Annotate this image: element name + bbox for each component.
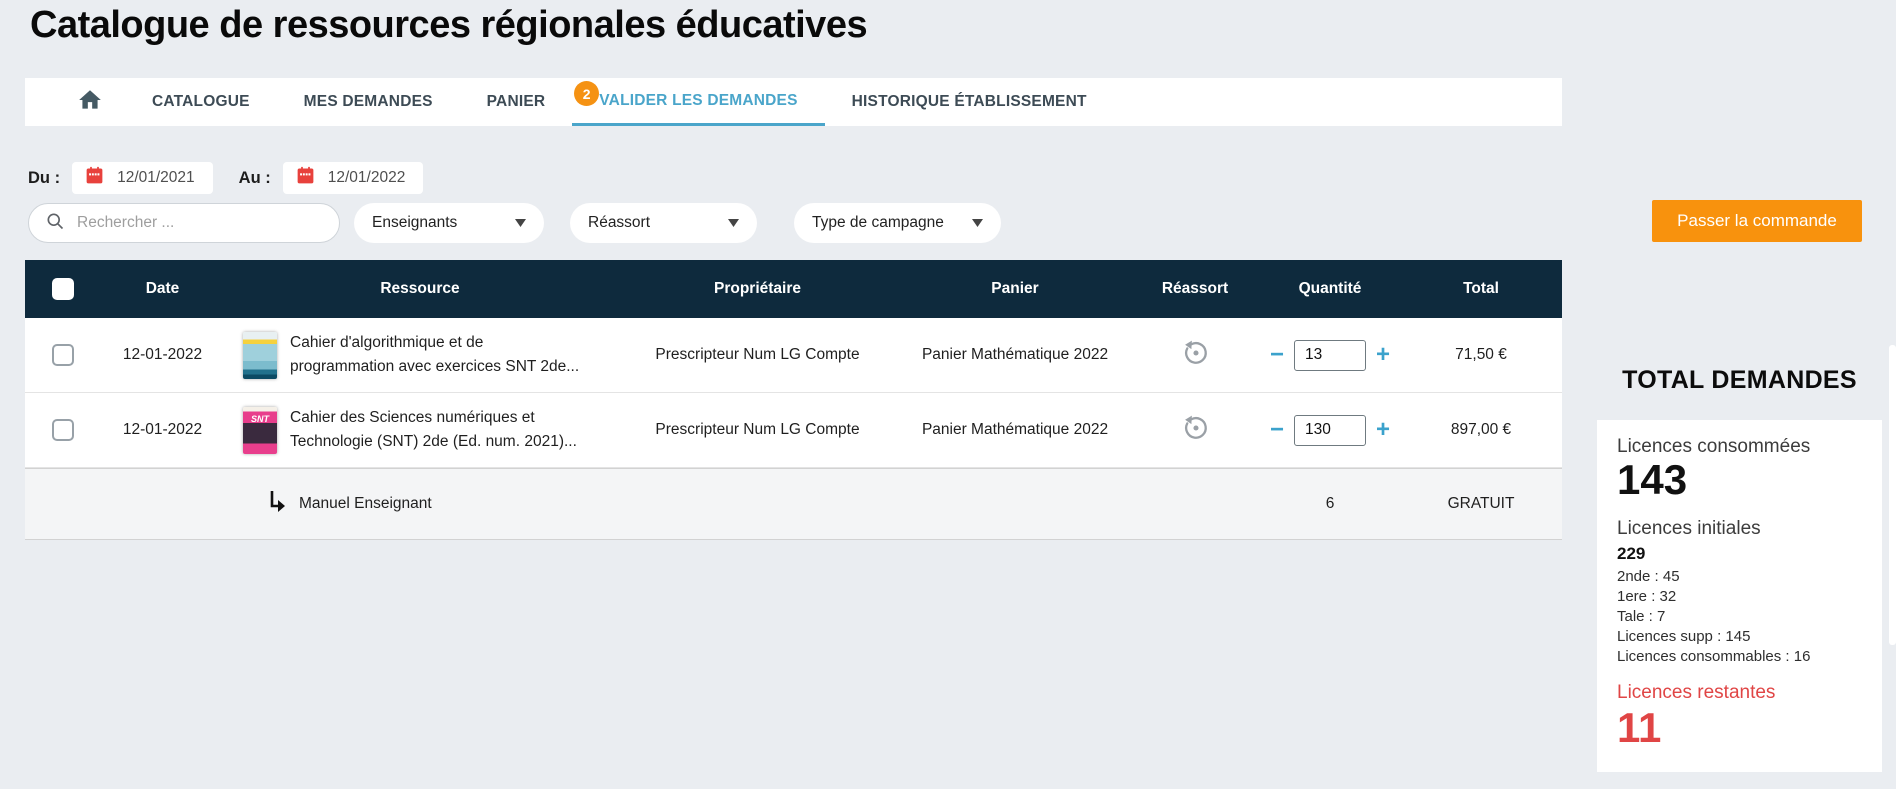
subitem-total: GRATUIT — [1400, 495, 1562, 513]
resource-thumbnail: SNT — [243, 407, 277, 454]
table-row: 12-01-2022 Cahier d'algorithmique et de … — [25, 318, 1562, 393]
row-date: 12-01-2022 — [100, 346, 225, 364]
quantity-input[interactable] — [1294, 340, 1366, 371]
resource-title: Cahier des Sciences numériques et Techno… — [290, 406, 577, 454]
tab-home[interactable] — [55, 78, 125, 126]
row-total: 71,50 € — [1400, 346, 1562, 364]
page-title: Catalogue de ressources régionales éduca… — [30, 4, 867, 47]
row-basket: Panier Mathématique 2022 — [900, 346, 1130, 364]
remaining-licenses-label: Licences restantes — [1617, 682, 1872, 704]
filter-row: Enseignants Réassort Type de campagne — [28, 203, 1001, 243]
initial-licenses-value: 229 — [1617, 544, 1872, 564]
row-date: 12-01-2022 — [100, 421, 225, 439]
restore-icon — [1181, 355, 1210, 370]
dropdown-enseignants[interactable]: Enseignants — [354, 203, 544, 243]
home-icon — [77, 87, 103, 118]
scrollbar[interactable] — [1889, 345, 1896, 645]
restore-icon — [1181, 430, 1210, 445]
header-quantite: Quantité — [1260, 280, 1400, 298]
initial-licenses-label: Licences initiales — [1617, 518, 1872, 540]
dropdown-type-campagne[interactable]: Type de campagne — [794, 203, 1001, 243]
chevron-down-icon — [972, 214, 983, 232]
header-total: Total — [1400, 280, 1562, 298]
subitem-label: Manuel Enseignant — [299, 495, 432, 513]
quantity-increase-button[interactable]: + — [1376, 418, 1390, 442]
tab-mes-demandes[interactable]: MES DEMANDES — [277, 78, 460, 126]
consumed-licenses-label: Licences consommées — [1617, 436, 1872, 458]
tab-valider-les-demandes[interactable]: 2 VALIDER LES DEMANDES — [572, 78, 824, 126]
table-header: Date Ressource Propriétaire Panier Réass… — [25, 260, 1562, 318]
subitem-quantity: 6 — [1260, 495, 1400, 513]
quantity-decrease-button[interactable]: − — [1270, 343, 1284, 367]
quantity-decrease-button[interactable]: − — [1270, 418, 1284, 442]
chevron-down-icon — [728, 214, 739, 232]
row-checkbox[interactable] — [52, 344, 74, 366]
order-button[interactable]: Passer la commande — [1652, 200, 1862, 242]
calendar-icon — [84, 165, 105, 191]
license-detail-line: Licences consommables : 16 — [1617, 647, 1872, 667]
resource-thumbnail — [243, 332, 277, 379]
license-detail-line: Licences supp : 145 — [1617, 627, 1872, 647]
main-nav: CATALOGUE MES DEMANDES PANIER 2 VALIDER … — [25, 78, 1562, 126]
dropdown-value: Enseignants — [372, 214, 457, 232]
dropdown-value: Réassort — [588, 214, 650, 232]
reassort-button[interactable] — [1181, 413, 1210, 445]
row-total: 897,00 € — [1400, 421, 1562, 439]
header-panier: Panier — [900, 280, 1130, 298]
header-reassort: Réassort — [1130, 280, 1260, 298]
date-to-value: 12/01/2022 — [328, 169, 406, 187]
header-ressource: Ressource — [225, 280, 615, 298]
date-from-label: Du : — [28, 169, 60, 188]
calendar-icon — [295, 165, 316, 191]
row-owner: Prescripteur Num LG Compte — [615, 346, 900, 364]
reassort-button[interactable] — [1181, 338, 1210, 370]
search-input[interactable] — [75, 213, 323, 233]
summary-panel: Licences consommées 143 Licences initial… — [1597, 420, 1882, 772]
tab-historique-etablissement[interactable]: HISTORIQUE ÉTABLISSEMENT — [825, 78, 1114, 126]
date-to-picker[interactable]: 12/01/2022 — [283, 162, 424, 194]
dropdown-value: Type de campagne — [812, 214, 944, 232]
tab-panier[interactable]: PANIER — [460, 78, 573, 126]
header-proprietaire: Propriétaire — [615, 280, 900, 298]
select-all-checkbox[interactable] — [52, 278, 74, 300]
row-owner: Prescripteur Num LG Compte — [615, 421, 900, 439]
remaining-licenses-value: 11 — [1617, 706, 1872, 750]
table-row: 12-01-2022 SNT Cahier des Sciences numér… — [25, 393, 1562, 468]
date-to-label: Au : — [239, 169, 271, 188]
row-checkbox[interactable] — [52, 419, 74, 441]
quantity-input[interactable] — [1294, 415, 1366, 446]
row-basket: Panier Mathématique 2022 — [900, 421, 1130, 439]
tab-label: VALIDER LES DEMANDES — [599, 92, 797, 110]
license-detail-line: 1ere : 32 — [1617, 587, 1872, 607]
resource-title: Cahier d'algorithmique et de programmati… — [290, 331, 579, 379]
subitem-arrow-icon — [267, 489, 289, 520]
summary-title: TOTAL DEMANDES — [1597, 366, 1882, 395]
license-detail-line: Tale : 7 — [1617, 607, 1872, 627]
requests-table: Date Ressource Propriétaire Panier Réass… — [25, 260, 1562, 540]
dropdown-reassort[interactable]: Réassort — [570, 203, 757, 243]
search-box — [28, 203, 340, 243]
tab-catalogue[interactable]: CATALOGUE — [125, 78, 277, 126]
table-subrow: Manuel Enseignant 6 GRATUIT — [25, 468, 1562, 540]
chevron-down-icon — [515, 214, 526, 232]
date-filter-row: Du : 12/01/2021 Au : 12/01/2022 — [28, 162, 423, 194]
license-detail-line: 2nde : 45 — [1617, 567, 1872, 587]
date-from-value: 12/01/2021 — [117, 169, 195, 187]
consumed-licenses-value: 143 — [1617, 458, 1872, 502]
date-from-picker[interactable]: 12/01/2021 — [72, 162, 213, 194]
notification-badge: 2 — [574, 81, 599, 106]
quantity-increase-button[interactable]: + — [1376, 343, 1390, 367]
header-date: Date — [100, 280, 225, 298]
search-icon — [45, 211, 65, 236]
